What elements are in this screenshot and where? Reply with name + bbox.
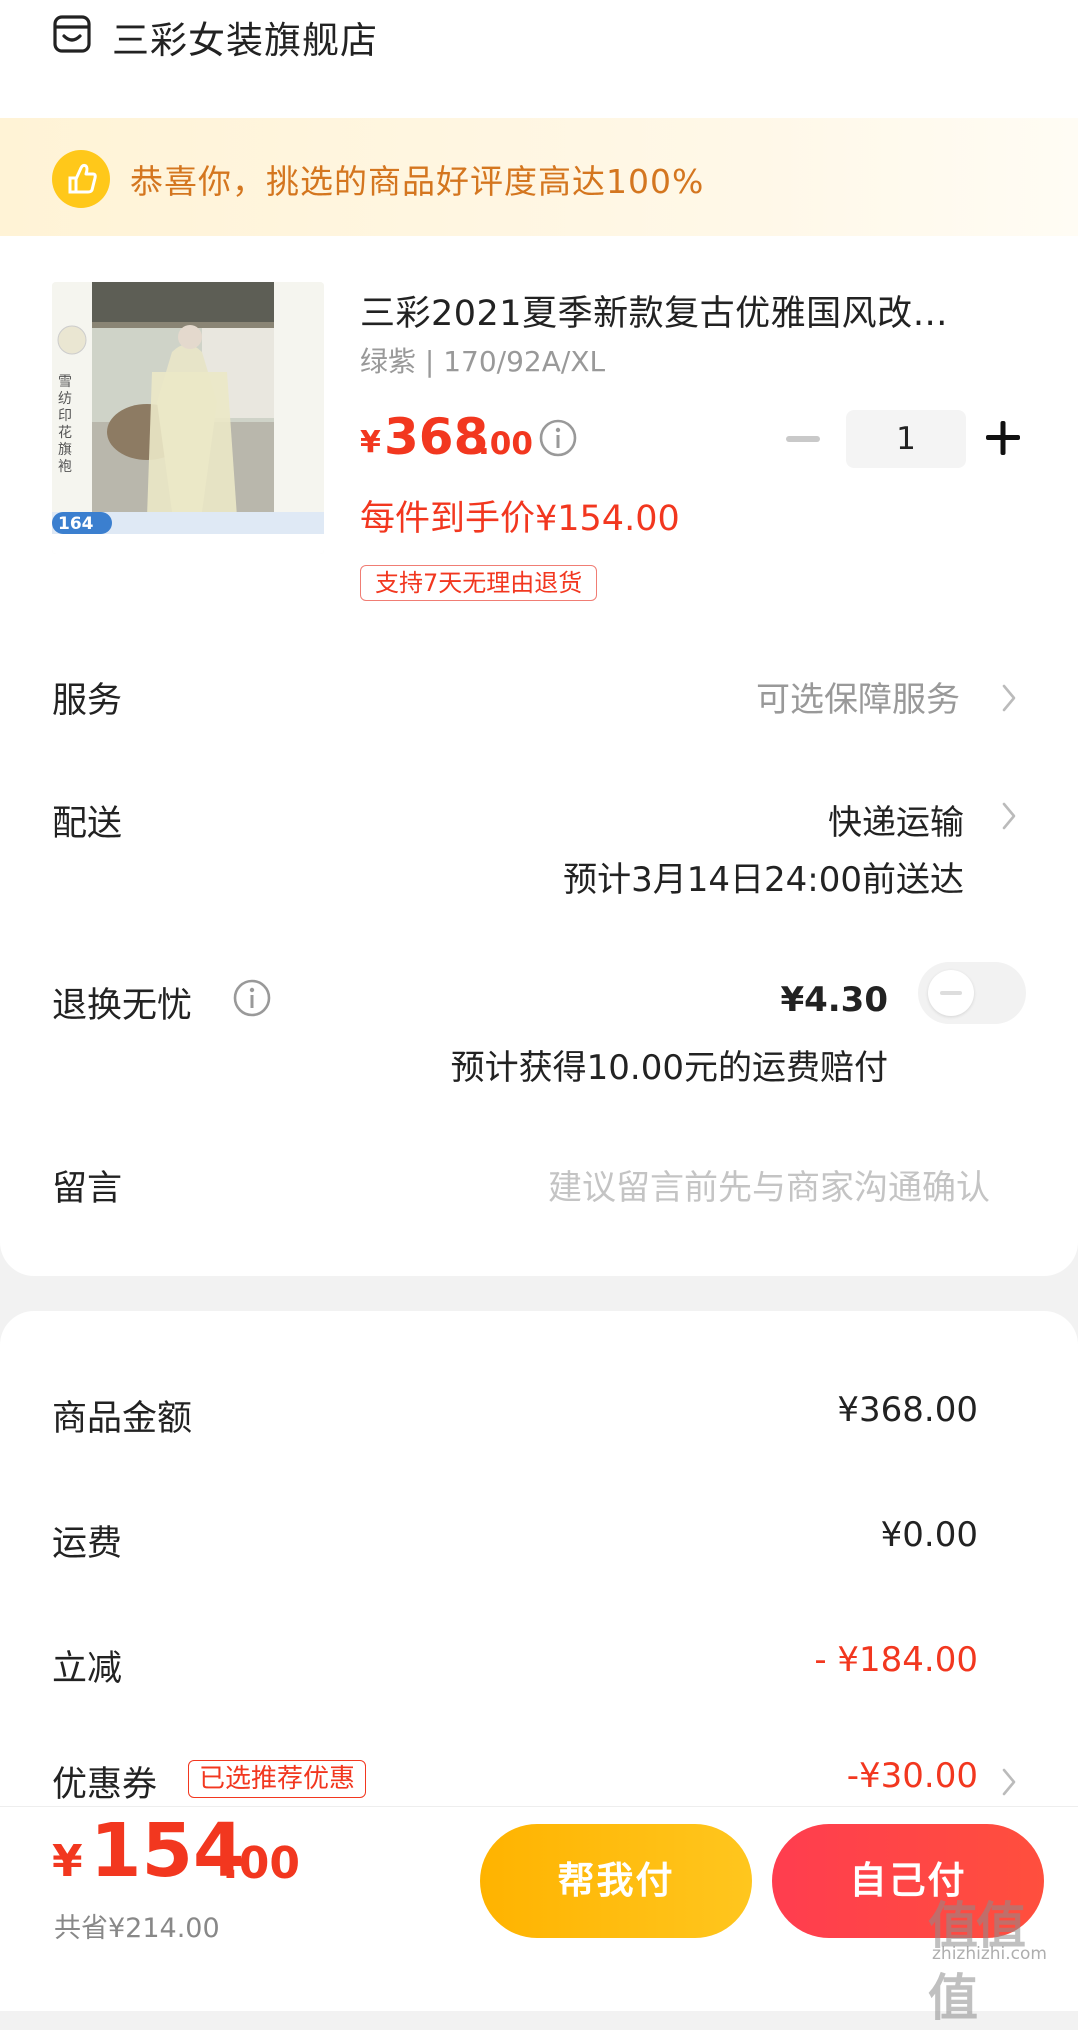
increase-quantity-button[interactable]: [986, 421, 1020, 455]
chevron-right-icon[interactable]: [1002, 1768, 1016, 1796]
store-name[interactable]: 三彩女装旗舰店: [112, 10, 378, 64]
goods-amount-value: ¥368.00: [837, 1390, 978, 1430]
chevron-right-icon[interactable]: [1002, 684, 1016, 712]
discount-value: - ¥184.00: [814, 1640, 978, 1680]
product-image[interactable]: 雪纺印花旗袍 164: [52, 282, 324, 554]
delivery-label: 配送: [52, 804, 123, 844]
service-value[interactable]: 可选保障服务: [756, 672, 960, 721]
message-label: 留言: [52, 1169, 123, 1209]
total-symbol: ¥: [52, 1836, 83, 1887]
shipping-value: ¥0.00: [880, 1515, 978, 1555]
toggle-knob[interactable]: [928, 970, 974, 1016]
insurance-note: 预计获得10.00元的运费赔付: [450, 1048, 888, 1088]
coupon-badge: 已选推荐优惠: [188, 1760, 367, 1798]
coupon-label: 优惠券: [52, 1765, 158, 1805]
help-me-pay-button[interactable]: 帮我付: [480, 1824, 752, 1938]
return-policy-badge: 支持7天无理由退货: [360, 565, 598, 601]
insurance-label: 退换无忧: [52, 986, 193, 1026]
product-image-label: 雪纺印花旗袍: [58, 374, 72, 475]
insurance-price: ¥4.30: [780, 980, 888, 1020]
store-icon: [53, 15, 91, 53]
discount-label: 立减: [52, 1649, 123, 1689]
shipping-label: 运费: [52, 1524, 123, 1564]
thumbs-up-icon: [52, 150, 110, 208]
coupon-value[interactable]: -¥30.00: [847, 1756, 978, 1796]
info-icon[interactable]: [232, 978, 272, 1018]
price-decimal: .00: [478, 426, 533, 462]
decrease-quantity-button[interactable]: [786, 436, 820, 442]
unit-price: 每件到手价¥154.00: [360, 499, 680, 539]
delivery-value[interactable]: 快递运输: [828, 795, 964, 844]
chevron-right-icon[interactable]: [1002, 802, 1016, 830]
total-decimal: .00: [222, 1838, 300, 1889]
quantity-input[interactable]: 1: [846, 410, 966, 468]
watermark-logo: 值值值 zhizhizhi.com: [918, 1886, 1070, 2027]
banner-text: 恭喜你，挑选的商品好评度高达100%: [130, 162, 705, 201]
total-saved: 共省¥214.00: [54, 1913, 220, 1944]
delivery-eta: 预计3月14日24:00前送达: [563, 860, 964, 900]
goods-amount-label: 商品金额: [52, 1399, 193, 1439]
price-integer: 368: [384, 408, 489, 466]
price-symbol: ¥: [360, 425, 381, 460]
service-label: 服务: [52, 681, 123, 721]
product-spec[interactable]: 绿紫 | 170/92A/XL: [360, 340, 605, 380]
product-title[interactable]: 三彩2021夏季新款复古优雅国风改…: [360, 285, 1000, 336]
product-image-price: 164: [58, 514, 94, 534]
message-input[interactable]: 建议留言前先与商家沟通确认: [548, 1160, 990, 1209]
watermark-url: zhizhizhi.com: [932, 1944, 1047, 1964]
info-icon[interactable]: [538, 418, 578, 458]
